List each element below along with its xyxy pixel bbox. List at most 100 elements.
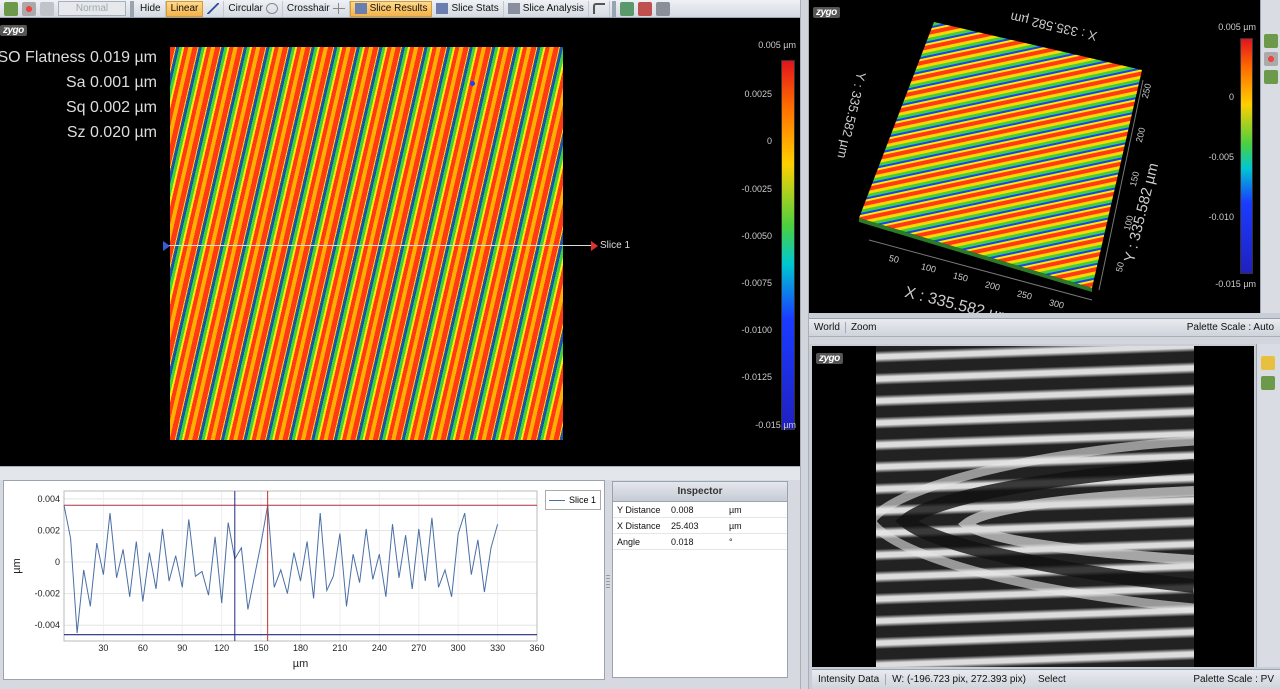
- marker-dot: [470, 81, 475, 86]
- 3d-colorbar-tick-label: 0: [1228, 92, 1234, 102]
- x-tick-label: 210: [332, 643, 347, 653]
- grid-icon[interactable]: [1261, 376, 1275, 390]
- status-intensity-data: Intensity Data: [818, 674, 880, 685]
- x-tick-label: 60: [138, 643, 148, 653]
- inspector-unit: µm: [729, 520, 742, 531]
- linear-line-tool-button[interactable]: [203, 0, 225, 17]
- status-world[interactable]: World: [809, 322, 845, 333]
- status-mode[interactable]: Select: [1032, 674, 1072, 685]
- status-zoom[interactable]: Zoom: [844, 322, 882, 333]
- undo-button[interactable]: [589, 0, 610, 17]
- inspector-value: 25.403: [671, 520, 699, 531]
- print-icon[interactable]: [655, 1, 670, 16]
- colorbar-tick-label: -0.015 µm: [755, 419, 796, 430]
- grid-icon[interactable]: [1264, 34, 1278, 48]
- inspector-value: 0.008: [671, 504, 694, 515]
- x-tick-label: 360: [529, 643, 544, 653]
- colorbar-tick-label: -0.0025: [741, 183, 772, 194]
- x-tick-label: 30: [98, 643, 108, 653]
- slice-stats-icon: [436, 3, 449, 14]
- check-icon[interactable]: [1261, 356, 1275, 370]
- legend-label: Slice 1: [569, 495, 597, 505]
- 3d-surface-view[interactable]: zygo 50 100 150 200 250 300 50 100 150 200 250 X :…: [809, 0, 1260, 313]
- copy-image-icon[interactable]: [619, 1, 634, 16]
- slice-end-handle[interactable]: [591, 241, 598, 251]
- slice-profile-chart[interactable]: 0.004 0.002 0 -0.002 -0.004 30 60 90 120 150 180 21…: [3, 480, 605, 680]
- toolbar: Normal Hide Linear Circular Crosshair Sl…: [0, 0, 800, 18]
- series-line-slice-1: [63, 505, 499, 634]
- vertical-splitter[interactable]: [800, 0, 809, 689]
- status-palette-scale: Palette Scale : Auto: [1186, 322, 1274, 333]
- x-tick-label: 330: [490, 643, 505, 653]
- horizontal-splitter[interactable]: [0, 466, 800, 480]
- chart-splitter-grip[interactable]: [606, 575, 610, 589]
- export-icon[interactable]: [637, 1, 652, 16]
- quality-select[interactable]: Normal: [58, 1, 126, 16]
- y-axis-label: µm: [11, 558, 23, 574]
- 3d-colorbar-tick-label: 0.005 µm: [1218, 22, 1256, 32]
- status-palette-scale: Palette Scale : PV: [1193, 674, 1274, 685]
- inspector-label: Angle: [617, 536, 641, 547]
- profile-chart-svg: 0.004 0.002 0 -0.002 -0.004 30 60 90 120 150 180 21…: [11, 490, 545, 670]
- y-tick-label: 0.004: [37, 494, 60, 504]
- 3d-surface-svg: [859, 22, 1144, 301]
- x-tick-label: 180: [293, 643, 308, 653]
- slice-analysis-label: Slice Analysis: [522, 3, 584, 14]
- 3d-colorbar: [1240, 38, 1253, 274]
- legend-swatch: [549, 499, 565, 501]
- hide-button[interactable]: Hide: [136, 0, 166, 17]
- linear-label: Linear: [170, 3, 199, 14]
- inspector-value: 0.018: [671, 536, 694, 547]
- colorbar-tick-label: -0.0100: [741, 325, 772, 336]
- slice-line[interactable]: [168, 245, 593, 246]
- status-coordinates: W: (-196.723 pix, 272.393 pix): [885, 674, 1032, 685]
- slice-stats-button[interactable]: Slice Stats: [432, 0, 504, 17]
- palette-icon[interactable]: [22, 1, 36, 16]
- slice-stats-label: Slice Stats: [451, 3, 499, 14]
- inspector-label: Y Distance: [617, 504, 661, 515]
- linear-button[interactable]: Linear: [165, 0, 204, 17]
- grid-view-icon[interactable]: [4, 1, 18, 16]
- chart-legend: Slice 1: [545, 490, 601, 510]
- hide-label: Hide: [140, 3, 161, 14]
- 3d-colorbar-tick-label: -0.015 µm: [1215, 279, 1256, 289]
- x-tick-label: 150: [254, 643, 269, 653]
- toolbar-separator: [130, 0, 134, 17]
- slice-analysis-button[interactable]: Slice Analysis: [504, 0, 589, 17]
- colorbar-tick-label: -0.0075: [741, 278, 772, 288]
- surface-height-map[interactable]: [170, 47, 563, 440]
- toolbar-separator: [611, 0, 616, 17]
- slice-start-handle[interactable]: [163, 241, 170, 251]
- line-tool-icon: [207, 3, 220, 14]
- y-tick-label: 0.002: [37, 525, 60, 535]
- inspector-row: Y Distance 0.008 µm: [613, 502, 787, 518]
- intensity-status-bar: Intensity Data W: (-196.723 pix, 272.393…: [812, 669, 1280, 689]
- x-tick-label: 120: [214, 643, 229, 653]
- palette-icon[interactable]: [1264, 52, 1278, 66]
- y-tick-label: -0.004: [34, 620, 60, 630]
- right-splitter[interactable]: [809, 336, 1280, 344]
- crosshair-icon: [332, 3, 345, 14]
- inspector-title: Inspector: [613, 482, 787, 502]
- x-tick-label: 90: [177, 643, 187, 653]
- inspector-row: Angle 0.018 °: [613, 534, 787, 550]
- x-tick-label: 240: [372, 643, 387, 653]
- circular-button[interactable]: Circular: [224, 0, 283, 17]
- crosshair-label: Crosshair: [286, 3, 330, 14]
- 3d-colorbar-tick-label: -0.005: [1208, 152, 1234, 162]
- 3d-surface: [859, 22, 1142, 288]
- color-icon[interactable]: [40, 1, 54, 16]
- inspector-unit: µm: [729, 504, 742, 515]
- colorbar-tick-label: -0.0125: [741, 372, 772, 383]
- circular-label: Circular: [228, 3, 263, 14]
- intensity-view[interactable]: zygo: [812, 346, 1254, 667]
- slice-results-button[interactable]: Slice Results: [349, 0, 433, 17]
- 3d-status-bar: World Zoom Palette Scale : Auto: [809, 318, 1280, 336]
- crosshair-button[interactable]: Crosshair: [283, 0, 350, 17]
- colorbar-tick-label: 0: [766, 136, 772, 147]
- x-axis-label: µm: [293, 658, 309, 670]
- zygo-logo: zygo: [816, 348, 843, 366]
- surface-map-view[interactable]: zygo ISO Flatness 0.019 µm Sa 0.001 µm S…: [0, 18, 800, 466]
- colorbar-tick-label: 0.0025: [744, 89, 772, 100]
- zoom-icon[interactable]: [1264, 70, 1278, 84]
